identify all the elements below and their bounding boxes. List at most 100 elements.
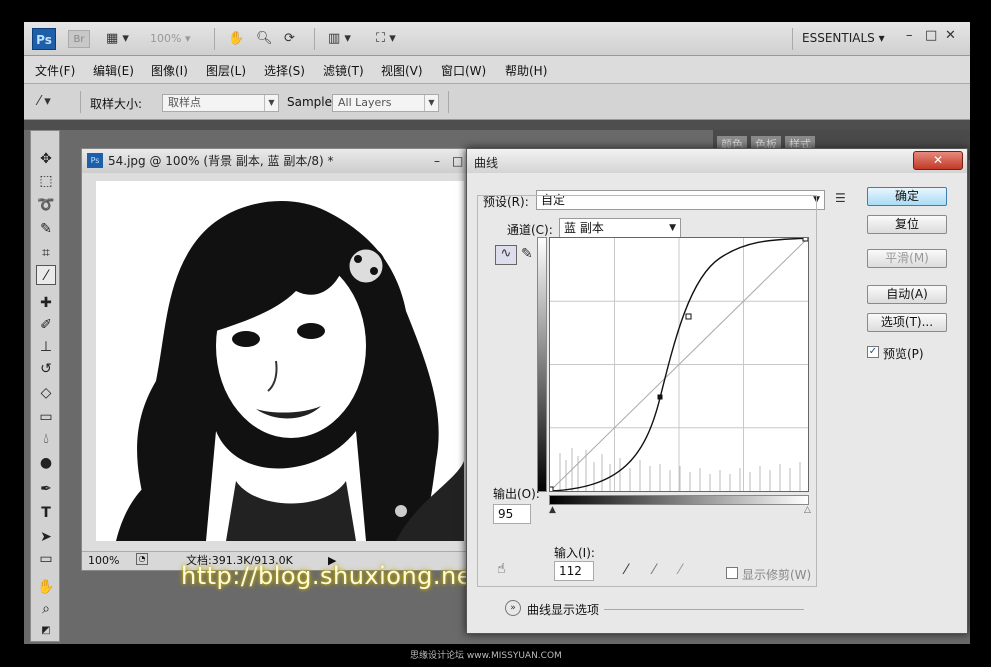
options-button[interactable]: 选项(T)... <box>867 313 947 332</box>
white-eyedropper-icon[interactable]: ⁄ <box>679 562 681 578</box>
menu-edit[interactable]: 编辑(E) <box>93 62 134 79</box>
eyedropper-tool-icon[interactable]: ⁄ <box>36 265 56 285</box>
sample-size-dropdown[interactable]: 取样点 ▼ <box>162 94 279 112</box>
zoom-level-dropdown[interactable]: 100% ▾ <box>150 31 202 47</box>
forum-watermark: 思缘设计论坛 www.MISSYUAN.COM <box>410 651 562 661</box>
history-brush-tool-icon[interactable]: ↺ <box>36 359 56 379</box>
application-bar: Ps Br ▦ ▾ 100% ▾ ✋ 🔍︎ ⟳ ▥ ▾ ⛶ ▾ ESSENTIA… <box>24 22 970 56</box>
preview-checkbox[interactable]: ✓ <box>867 346 879 358</box>
expand-options-icon[interactable]: » <box>505 600 521 616</box>
brush-tool-icon[interactable]: ✐ <box>36 315 56 335</box>
clone-stamp-tool-icon[interactable]: ⊥ <box>36 337 56 357</box>
channel-label: 通道(C): <box>507 223 553 237</box>
hand-tool-icon[interactable]: ✋ <box>228 30 244 48</box>
tools-panel: ✥ ⬚ ➰ ✎ ⌗ ⁄ ✚ ✐ ⊥ ↺ ◇ ▭ 💧︎ ● ✒ T ➤ ▭ ✋ ⌕… <box>30 130 60 642</box>
smooth-button[interactable]: 平滑(M) <box>867 249 947 268</box>
screen-mode-icon[interactable]: ⛶ ▾ <box>376 30 396 48</box>
menu-bar: 文件(F) 编辑(E) 图像(I) 图层(L) 选择(S) 滤镜(T) 视图(V… <box>24 56 970 84</box>
sample-size-label: 取样大小: <box>90 97 143 111</box>
blur-tool-icon[interactable]: 💧︎ <box>36 429 56 449</box>
status-options-icon[interactable]: ◔ <box>136 553 148 565</box>
menu-image[interactable]: 图像(I) <box>151 62 188 79</box>
gray-eyedropper-icon[interactable]: ⁄ <box>653 562 655 578</box>
output-field[interactable]: 95 <box>493 504 531 524</box>
zoom-tool-icon[interactable]: ⌕ <box>36 599 56 619</box>
sample-label: Sample: <box>287 95 337 109</box>
type-tool-icon[interactable]: T <box>36 503 56 523</box>
preview-label: 预览(P) <box>883 347 924 361</box>
zoom-tool-icon[interactable]: 🔍︎ <box>256 30 273 48</box>
bridge-button[interactable]: Br <box>68 30 90 48</box>
maximize-icon[interactable]: □ <box>452 149 463 173</box>
document-title: 54.jpg @ 100% (背景 副本, 蓝 副本/8) * <box>108 154 334 168</box>
portrait-threshold-image <box>96 181 464 541</box>
image-canvas[interactable] <box>96 181 464 541</box>
menu-filter[interactable]: 滤镜(T) <box>323 62 364 79</box>
minimize-icon[interactable]: – <box>434 149 440 173</box>
on-image-adjust-icon[interactable]: ☝ <box>497 561 506 577</box>
menu-view[interactable]: 视图(V) <box>381 62 423 79</box>
gradient-tool-icon[interactable]: ▭ <box>36 407 56 427</box>
dodge-tool-icon[interactable]: ● <box>36 453 56 473</box>
document-window: Ps 54.jpg @ 100% (背景 副本, 蓝 副本/8) * – □ 1… <box>81 148 481 571</box>
path-selection-tool-icon[interactable]: ➤ <box>36 527 56 547</box>
curves-title: 曲线 <box>474 156 499 170</box>
quick-selection-tool-icon[interactable]: ✎ <box>36 219 56 239</box>
move-tool-icon[interactable]: ✥ <box>36 149 56 169</box>
document-zoom[interactable]: 100% <box>88 552 119 570</box>
preset-options-icon[interactable]: ☰ <box>835 191 846 205</box>
show-clipping-checkbox[interactable] <box>726 567 738 579</box>
view-extras-icon[interactable]: ▦ ▾ <box>106 30 129 48</box>
photoshop-logo: Ps <box>32 28 56 50</box>
curves-graph-svg <box>546 235 809 494</box>
eyedropper-preset-icon[interactable]: ⁄ ▾ <box>38 93 51 111</box>
curves-title-bar[interactable]: 曲线 ✕ <box>467 149 967 173</box>
curves-close-button[interactable]: ✕ <box>913 151 963 170</box>
white-point-slider[interactable]: △ <box>804 505 811 515</box>
black-point-slider[interactable]: ▲ <box>549 505 556 515</box>
menu-window[interactable]: 窗口(W) <box>441 62 486 79</box>
close-button[interactable]: ✕ <box>945 28 956 43</box>
menu-select[interactable]: 选择(S) <box>264 62 305 79</box>
arrange-documents-icon[interactable]: ▥ ▾ <box>328 30 351 48</box>
black-eyedropper-icon[interactable]: ⁄ <box>625 562 627 578</box>
channel-dropdown[interactable]: 蓝 副本 ▼ <box>559 218 681 238</box>
crop-tool-icon[interactable]: ⌗ <box>36 243 56 263</box>
input-field[interactable]: 112 <box>554 561 594 581</box>
options-divider <box>604 609 804 610</box>
show-clipping-label: 显示修剪(W) <box>742 568 812 582</box>
pencil-draw-tool-icon[interactable]: ✎ <box>521 246 533 262</box>
shape-tool-icon[interactable]: ▭ <box>36 549 56 569</box>
output-label: 输出(O): <box>493 487 540 501</box>
rotate-view-icon[interactable]: ⟳ <box>284 30 295 48</box>
output-gradient-bar <box>537 237 547 492</box>
menu-layer[interactable]: 图层(L) <box>206 62 246 79</box>
input-gradient-bar <box>549 495 809 505</box>
reset-button[interactable]: 复位 <box>867 215 947 234</box>
histogram <box>559 448 801 491</box>
photoshop-doc-icon: Ps <box>87 153 103 168</box>
auto-button[interactable]: 自动(A) <box>867 285 947 304</box>
menu-help[interactable]: 帮助(H) <box>505 62 547 79</box>
lasso-tool-icon[interactable]: ➰ <box>36 195 56 215</box>
ok-button[interactable]: 确定 <box>867 187 947 206</box>
color-swatches-icon[interactable]: ◩ <box>36 621 56 641</box>
sample-dropdown[interactable]: All Layers ▼ <box>332 94 439 112</box>
minimize-button[interactable]: – <box>906 28 913 43</box>
blog-url-watermark: http://blog.shuxiong.net <box>181 562 482 590</box>
marquee-tool-icon[interactable]: ⬚ <box>36 171 56 191</box>
workspace-switcher[interactable]: ESSENTIALS ▾ <box>802 31 885 45</box>
options-bar: ⁄ ▾ 取样大小: 取样点 ▼ Sample: All Layers ▼ <box>24 84 970 120</box>
pen-tool-icon[interactable]: ✒ <box>36 479 56 499</box>
menu-file[interactable]: 文件(F) <box>35 62 75 79</box>
panel-dock-strip <box>24 120 970 130</box>
healing-brush-tool-icon[interactable]: ✚ <box>36 293 56 313</box>
document-title-bar[interactable]: Ps 54.jpg @ 100% (背景 副本, 蓝 副本/8) * – □ <box>82 149 480 173</box>
curve-edit-tool-icon[interactable]: ∿ <box>495 245 517 265</box>
curves-graph[interactable] <box>546 235 809 494</box>
hand-tool-icon[interactable]: ✋ <box>36 577 56 597</box>
eraser-tool-icon[interactable]: ◇ <box>36 383 56 403</box>
maximize-button[interactable]: □ <box>925 28 937 43</box>
input-label: 输入(I): <box>554 546 595 560</box>
curve-display-options-label[interactable]: 曲线显示选项 <box>527 601 599 618</box>
